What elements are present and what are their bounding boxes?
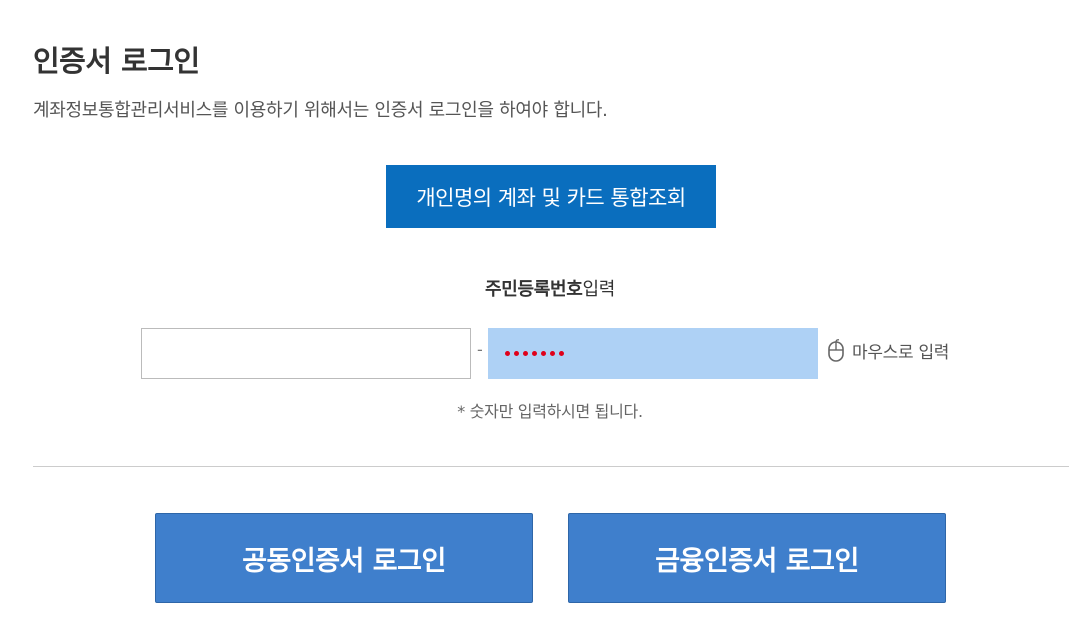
mask-dot	[559, 351, 564, 356]
personal-account-card-inquiry-button[interactable]: 개인명의 계좌 및 카드 통합조회	[386, 165, 716, 228]
mask-dot	[541, 351, 546, 356]
mouse-input-button[interactable]: 마우스로 입력	[826, 338, 949, 363]
mask-dot	[505, 351, 510, 356]
ssn-label: 주민등록번호입력	[0, 275, 1078, 301]
masked-digits	[505, 351, 564, 356]
ssn-front-input[interactable]	[141, 328, 471, 379]
section-divider	[33, 466, 1069, 467]
mouse-input-label: 마우스로 입력	[852, 343, 950, 363]
ssn-note: * 숫자만 입력하시면 됩니다.	[457, 402, 643, 421]
financial-certificate-login-button[interactable]: 금융인증서 로그인	[568, 513, 946, 603]
mouse-icon	[828, 338, 844, 362]
joint-certificate-login-button[interactable]: 공동인증서 로그인	[155, 513, 533, 603]
ssn-label-rest: 입력	[582, 279, 616, 300]
ssn-label-bold: 주민등록번호	[484, 279, 583, 300]
page-title: 인증서 로그인	[33, 44, 200, 78]
mask-dot	[514, 351, 519, 356]
mask-dot	[523, 351, 528, 356]
mask-dot	[532, 351, 537, 356]
page-description: 계좌정보통합관리서비스를 이용하기 위해서는 인증서 로그인을 하여야 합니다.	[33, 100, 608, 121]
ssn-separator: -	[477, 340, 483, 359]
mask-dot	[550, 351, 555, 356]
ssn-back-input[interactable]	[488, 328, 818, 379]
